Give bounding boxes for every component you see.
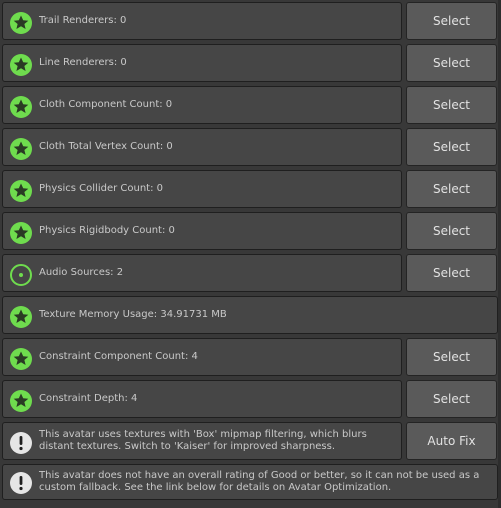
select-trail-renderers-button[interactable]: Select	[406, 2, 497, 40]
good-rating-icon	[10, 264, 32, 286]
row-constraint-depth: Constraint Depth: 4	[2, 380, 402, 418]
row-cloth-component-count: Cloth Component Count: 0	[2, 86, 402, 124]
row-fallback-warning: This avatar does not have an overall rat…	[2, 464, 498, 500]
warning-icon	[10, 472, 32, 494]
select-constraint-component-button[interactable]: Select	[406, 338, 497, 376]
select-cloth-vertex-button[interactable]: Select	[406, 128, 497, 166]
select-physics-collider-button[interactable]: Select	[406, 170, 497, 208]
row-label: Line Renderers: 0	[39, 57, 127, 68]
star-icon	[10, 54, 32, 76]
select-audio-sources-button[interactable]: Select	[406, 254, 497, 292]
star-icon	[10, 348, 32, 370]
row-line-renderers: Line Renderers: 0	[2, 44, 402, 82]
row-constraint-component-count: Constraint Component Count: 4	[2, 338, 402, 376]
row-label: Audio Sources: 2	[39, 267, 124, 278]
row-texture-memory-usage: Texture Memory Usage: 34.91731 MB	[2, 296, 498, 334]
select-cloth-component-button[interactable]: Select	[406, 86, 497, 124]
auto-fix-button[interactable]: Auto Fix	[406, 422, 497, 460]
row-audio-sources: Audio Sources: 2	[2, 254, 402, 292]
row-physics-collider-count: Physics Collider Count: 0	[2, 170, 402, 208]
select-physics-rigidbody-button[interactable]: Select	[406, 212, 497, 250]
star-icon	[10, 138, 32, 160]
row-label: Physics Rigidbody Count: 0	[39, 225, 175, 236]
row-trail-renderers: Trail Renderers: 0	[2, 2, 402, 40]
star-icon	[10, 390, 32, 412]
select-line-renderers-button[interactable]: Select	[406, 44, 497, 82]
row-label: Physics Collider Count: 0	[39, 183, 163, 194]
row-label: Cloth Component Count: 0	[39, 99, 173, 110]
row-label: Trail Renderers: 0	[39, 15, 127, 26]
warning-icon	[10, 432, 32, 454]
row-physics-rigidbody-count: Physics Rigidbody Count: 0	[2, 212, 402, 250]
select-constraint-depth-button[interactable]: Select	[406, 380, 497, 418]
row-label: This avatar uses textures with 'Box' mip…	[39, 429, 367, 452]
star-icon	[10, 306, 32, 328]
row-label: Cloth Total Vertex Count: 0	[39, 141, 173, 152]
star-icon	[10, 180, 32, 202]
star-icon	[10, 96, 32, 118]
row-label: This avatar does not have an overall rat…	[39, 470, 480, 493]
star-icon	[10, 222, 32, 244]
row-label: Texture Memory Usage: 34.91731 MB	[39, 309, 227, 320]
star-icon	[10, 12, 32, 34]
row-mipmap-warning: This avatar uses textures with 'Box' mip…	[2, 422, 402, 460]
row-cloth-total-vertex-count: Cloth Total Vertex Count: 0	[2, 128, 402, 166]
avatar-performance-panel: Trail Renderers: 0 Select Line Renderers…	[0, 0, 501, 508]
row-label: Constraint Depth: 4	[39, 393, 138, 404]
row-label: Constraint Component Count: 4	[39, 351, 198, 362]
